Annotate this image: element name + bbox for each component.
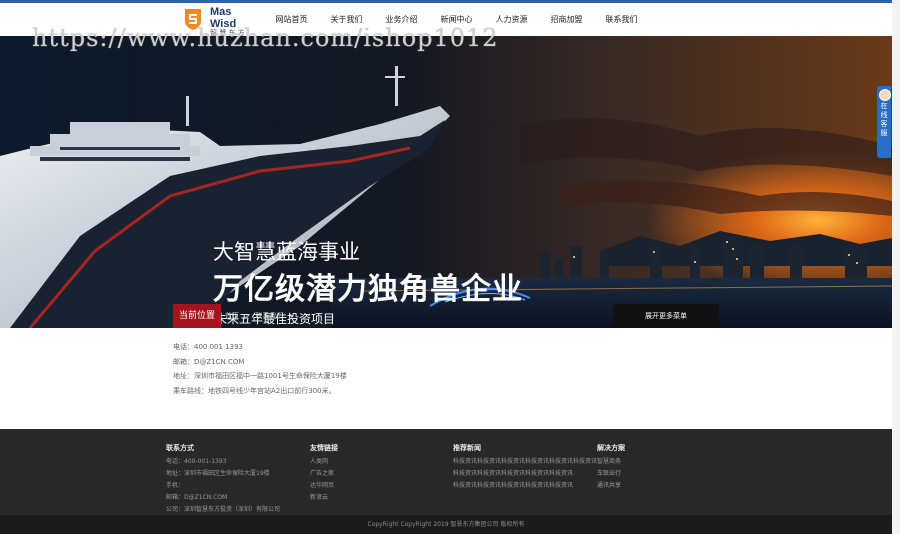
footer-link[interactable]: 人类网 [310, 456, 338, 468]
footer-link[interactable]: 广告之家 [310, 468, 338, 480]
footer-solution-link[interactable]: 车联出行 [597, 468, 625, 480]
nav-item-franchise[interactable]: 招商加盟 [539, 3, 594, 36]
footer-item: 手机： [166, 482, 185, 489]
online-service-tab[interactable]: 在线客服 [877, 86, 891, 158]
copyright: CopyRight CopyRight 2019 智慧东方集团公司 版权所有 [0, 515, 892, 534]
footer-solution-link[interactable]: 通讯共享 [597, 480, 625, 492]
footer-col-title: 友情链接 [310, 444, 338, 452]
footer-news-link[interactable]: 科技资讯科技资讯科技资讯科技资讯科技资讯 [453, 480, 597, 492]
breadcrumb: 首页 > 联系我们 > [225, 304, 297, 328]
footer-item: 邮箱：D@Z1CN.COM [166, 494, 228, 501]
scrollbar-track[interactable] [892, 0, 900, 534]
site-footer: 联系方式 电话：400-001-1393 地址：深圳市福田区生命保险大厦19楼 … [0, 429, 892, 515]
footer-link[interactable]: 达华网页 [310, 480, 338, 492]
contact-route: 乘车路线：地铁四号线少年宫站A2出口前行300米。 [173, 386, 336, 395]
watermark-text: https://www.huzhan.com/ishop1012 [32, 24, 499, 52]
footer-solution-link[interactable]: 智慧商务 [597, 456, 625, 468]
contact-email: 邮箱：D@Z1CN.COM [173, 357, 245, 366]
footer-item: 电话：400-001-1393 [166, 458, 227, 465]
footer-col-news: 推荐新闻 科技资讯科技资讯科技资讯科技资讯科技资讯科技资讯 科技资讯科技资讯科技… [453, 443, 597, 492]
expand-menu-button[interactable]: 展开更多菜单 [613, 304, 719, 328]
footer-col-links: 友情链接 人类网 广告之家 达华网页 新浪云 [310, 443, 338, 504]
footer-col-title: 解决方案 [597, 444, 625, 452]
hero-tagline: 大智慧蓝海事业 [213, 240, 360, 264]
footer-col-title: 推荐新闻 [453, 444, 481, 452]
footer-link[interactable]: 新浪云 [310, 492, 338, 504]
footer-item: 地址：深圳市福田区生命保险大厦19楼 [166, 470, 270, 477]
breadcrumb-home-link[interactable]: 首页 [225, 312, 239, 320]
footer-col-solutions: 解决方案 智慧商务 车联出行 通讯共享 [597, 443, 625, 492]
breadcrumb-label: 当前位置 [173, 304, 221, 328]
logo-text-line1: Mas [210, 6, 232, 18]
hero-headline: 万亿级潜力独角兽企业 [213, 272, 523, 307]
footer-news-link[interactable]: 科技资讯科技资讯科技资讯科技资讯科技资讯科技资讯 [453, 456, 597, 468]
footer-col-contact: 联系方式 电话：400-001-1393 地址：深圳市福田区生命保险大厦19楼 … [166, 443, 280, 516]
breadcrumb-separator-tail: > [288, 312, 295, 320]
footer-news-link[interactable]: 科技资讯科技资讯科技资讯科技资讯科技资讯 [453, 468, 597, 480]
contact-info: 电话：400 001 1393 邮箱：D@Z1CN.COM 地址：深圳市福田区福… [173, 340, 347, 398]
hero-banner: 大智慧蓝海事业 万亿级潜力独角兽企业 未来五年最佳投资项目 [0, 36, 892, 328]
online-service-label: 在线客服 [880, 102, 888, 137]
service-avatar-icon [879, 89, 891, 101]
breadcrumb-separator: > [244, 312, 251, 320]
breadcrumb-current[interactable]: 联系我们 [255, 312, 283, 320]
footer-col-title: 联系方式 [166, 444, 194, 452]
contact-address: 地址：深圳市福田区福中一路1001号生命保险大厦19楼 [173, 372, 347, 380]
nav-item-contact[interactable]: 联系我们 [594, 3, 649, 36]
contact-phone: 电话：400 001 1393 [173, 343, 243, 351]
